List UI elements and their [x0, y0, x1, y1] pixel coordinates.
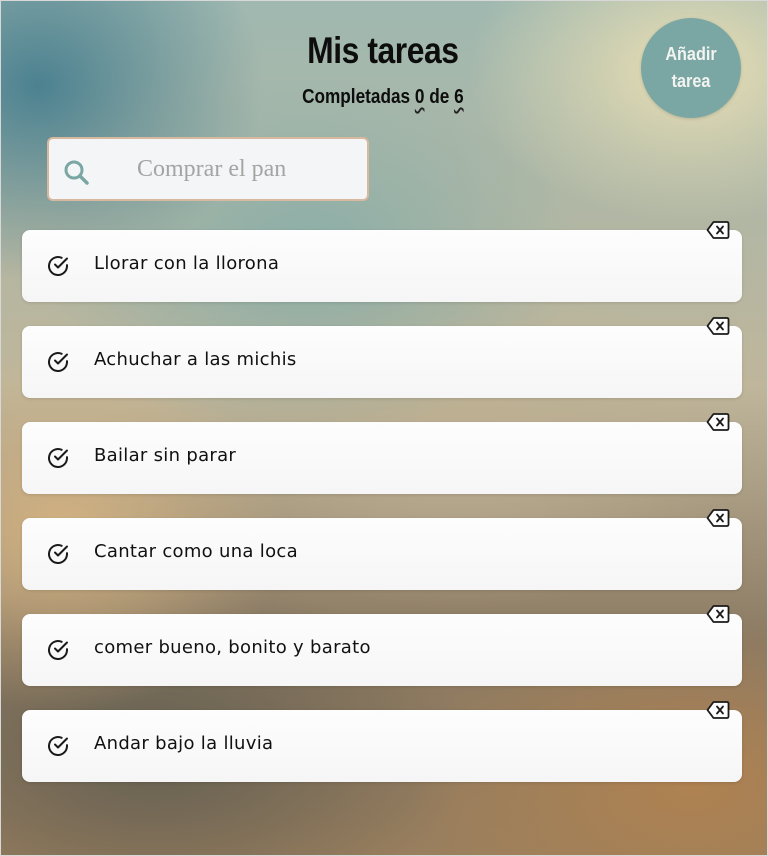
counter-middle: de [429, 86, 450, 108]
search-box[interactable] [47, 137, 369, 201]
task-text: Cantar como una loca [94, 541, 298, 562]
task-item: Bailar sin parar [22, 413, 742, 494]
task-list: Llorar con la llorona Achuchar a las mic… [22, 221, 742, 806]
backspace-delete-icon[interactable] [706, 700, 730, 720]
task-item: Andar bajo la lluvia [22, 701, 742, 782]
task-text: Llorar con la llorona [94, 253, 280, 274]
counter-total: 6 [454, 86, 464, 108]
task-text: Achuchar a las michis [94, 349, 297, 370]
backspace-delete-icon[interactable] [706, 316, 730, 336]
check-circle-icon[interactable] [46, 254, 70, 278]
backspace-delete-icon[interactable] [706, 604, 730, 624]
counter-completed: 0 [414, 86, 425, 108]
task-text: Bailar sin parar [94, 445, 237, 466]
task-item: Llorar con la llorona [22, 221, 742, 302]
task-item: comer bueno, bonito y barato [22, 605, 742, 686]
search-input[interactable] [109, 149, 359, 189]
task-item: Cantar como una loca [22, 509, 742, 590]
page-title: Mis tareas [307, 30, 459, 71]
task-text: Andar bajo la lluvia [94, 733, 274, 754]
backspace-delete-icon[interactable] [706, 220, 730, 240]
task-text: comer bueno, bonito y barato [94, 637, 371, 658]
check-circle-icon[interactable] [46, 350, 70, 374]
backspace-delete-icon[interactable] [706, 508, 730, 528]
completed-counter: Completadas 0 de 6 [53, 86, 712, 109]
check-circle-icon[interactable] [46, 734, 70, 758]
counter-prefix: Completadas [302, 86, 411, 108]
add-task-label: Añadir tarea [665, 44, 717, 91]
search-icon [64, 160, 89, 185]
task-item: Achuchar a las michis [22, 317, 742, 398]
add-task-button[interactable]: Añadir tarea [641, 18, 741, 118]
backspace-delete-icon[interactable] [706, 412, 730, 432]
check-circle-icon[interactable] [46, 542, 70, 566]
check-circle-icon[interactable] [46, 638, 70, 662]
check-circle-icon[interactable] [46, 446, 70, 470]
